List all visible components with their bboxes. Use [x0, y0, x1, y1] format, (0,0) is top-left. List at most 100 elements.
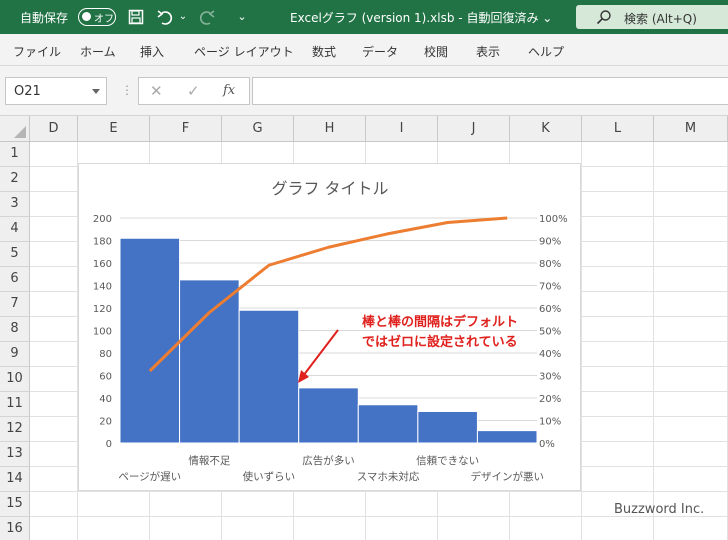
save-icon[interactable] [128, 6, 146, 28]
y2-axis-tick-label: 50% [539, 327, 561, 338]
y2-axis-tick-label: 30% [539, 372, 561, 383]
tab-help[interactable]: ヘルプ [528, 43, 564, 60]
column-header-h[interactable]: H [294, 116, 366, 142]
y2-axis-tick-label: 0% [539, 439, 555, 450]
search-icon [596, 10, 611, 25]
column-header-i[interactable]: I [366, 116, 438, 142]
column-header-e[interactable]: E [78, 116, 150, 142]
toggle-knob [82, 12, 91, 21]
x-axis-category-label: 使いずらい [243, 470, 296, 483]
y2-axis-tick-label: 10% [539, 417, 561, 428]
column-header-l[interactable]: L [582, 116, 654, 142]
column-header-j[interactable]: J [438, 116, 510, 142]
search-label: 検索 (Alt+Q) [624, 12, 697, 26]
row-header-8[interactable]: 8 [0, 317, 30, 342]
customize-icon[interactable]: ⌄ [236, 6, 248, 28]
autosave-label: 自動保存 [20, 11, 69, 25]
row-header-13[interactable]: 13 [0, 442, 30, 467]
ribbon-tabs: ファイル ホーム 挿入 ページ レイアウト 数式 データ 校閲 表示 ヘルプ [0, 34, 728, 66]
document-title: Excelグラフ (version 1).xlsb - 自動回復済み ⌄ [290, 11, 553, 25]
cancel-icon[interactable]: ✕ [150, 82, 163, 100]
y-axis-tick-label: 180 [93, 237, 112, 248]
row-header-9[interactable]: 9 [0, 342, 30, 367]
annotation-arrowhead [298, 370, 309, 383]
title-bar: 自動保存 オフ ⌄ ⌄ Excelグラフ (version 1).xlsb - … [0, 0, 728, 34]
pareto-chart[interactable]: グラフ タイトル 0 0% 20 10% 40 20% 60 30% 80 40% 100 50% 120… [78, 163, 581, 491]
autosave-toggle[interactable]: オフ [78, 8, 116, 26]
row-header-1[interactable]: 1 [0, 142, 30, 167]
bar [119, 237, 181, 444]
formula-input[interactable] [252, 77, 728, 105]
name-box[interactable]: O21 [5, 77, 107, 105]
tab-view[interactable]: 表示 [476, 43, 500, 60]
formula-bar-grip-icon: ⋮ [121, 83, 133, 97]
bar [179, 279, 240, 444]
y2-axis-tick-label: 90% [539, 237, 561, 248]
y-axis-tick-label: 120 [93, 304, 112, 315]
annotation-text-line1: 棒と棒の間隔はデフォルト [362, 314, 518, 330]
tab-review[interactable]: 校閲 [424, 43, 448, 60]
row-header-6[interactable]: 6 [0, 267, 30, 292]
y-axis-tick-label: 200 [93, 214, 112, 225]
y2-axis-tick-label: 60% [539, 304, 561, 315]
y2-axis-tick-label: 80% [539, 259, 561, 270]
row-header-3[interactable]: 3 [0, 192, 30, 217]
y-axis-tick-label: 0 [106, 439, 112, 450]
bar [357, 404, 419, 444]
x-axis-category-label: デザインが悪い [470, 470, 544, 483]
tab-insert[interactable]: 挿入 [140, 43, 164, 60]
y-axis-tick-label: 80 [99, 349, 112, 360]
watermark: Buzzword Inc. [614, 502, 705, 517]
y-axis-tick-label: 20 [99, 417, 112, 428]
insert-function-icon[interactable]: fx [223, 83, 235, 98]
tab-formulas[interactable]: 数式 [312, 43, 336, 60]
x-axis-category-label: 広告が多い [302, 454, 355, 467]
tab-page-layout[interactable]: ページ レイアウト [194, 43, 294, 60]
search-box[interactable]: 検索 (Alt+Q) [576, 5, 728, 29]
chart-canvas: グラフ タイトル 0 0% 20 10% 40 20% 60 30% 80 40% 100 50% 120… [93, 179, 568, 483]
y-axis-tick-label: 140 [93, 282, 112, 293]
column-header-k[interactable]: K [510, 116, 582, 142]
y2-axis-tick-label: 40% [539, 349, 561, 360]
y-axis-tick-label: 160 [93, 259, 112, 270]
x-axis-category-label: スマホ未対応 [357, 470, 420, 483]
row-header-4[interactable]: 4 [0, 217, 30, 242]
row-header-16[interactable]: 16 [0, 517, 30, 540]
formula-bar: O21 ⋮ ✕ ✓ fx [0, 66, 728, 116]
bar [238, 309, 300, 444]
row-header-2[interactable]: 2 [0, 167, 30, 192]
y-axis-tick-label: 40 [99, 394, 112, 405]
column-header-g[interactable]: G [222, 116, 294, 142]
tab-data[interactable]: データ [362, 43, 398, 60]
y2-axis-tick-label: 100% [539, 214, 568, 225]
row-header-14[interactable]: 14 [0, 467, 30, 492]
x-axis-category-label: 情報不足 [188, 454, 230, 467]
formula-buttons: ✕ ✓ fx [138, 77, 250, 105]
row-header-10[interactable]: 10 [0, 367, 30, 392]
y-axis-tick-label: 60 [99, 372, 112, 383]
redo-icon [196, 6, 216, 28]
column-header-m[interactable]: M [654, 116, 728, 142]
y2-axis-tick-label: 70% [539, 282, 561, 293]
row-header-11[interactable]: 11 [0, 392, 30, 417]
tab-home[interactable]: ホーム [80, 43, 116, 60]
undo-icon[interactable] [156, 6, 176, 28]
row-header-12[interactable]: 12 [0, 417, 30, 442]
bar [417, 411, 478, 444]
column-header-d[interactable]: D [30, 116, 78, 142]
y2-axis-tick-label: 20% [539, 394, 561, 405]
x-axis-category-label: 信頼できない [416, 455, 479, 467]
row-header-15[interactable]: 15 [0, 492, 30, 517]
column-header-f[interactable]: F [150, 116, 222, 142]
enter-icon[interactable]: ✓ [187, 82, 200, 100]
select-all-button[interactable] [0, 116, 30, 142]
name-box-dropdown-icon[interactable] [92, 89, 100, 94]
row-header-7[interactable]: 7 [0, 292, 30, 317]
chart-title: グラフ タイトル [271, 179, 388, 198]
row-header-5[interactable]: 5 [0, 242, 30, 267]
tab-file[interactable]: ファイル [13, 43, 61, 60]
toggle-state-label: オフ [94, 14, 114, 25]
annotation-text-line2: ではゼロに設定されている [362, 334, 518, 350]
bar [298, 387, 359, 444]
undo-dropdown-icon[interactable]: ⌄ [178, 6, 188, 28]
